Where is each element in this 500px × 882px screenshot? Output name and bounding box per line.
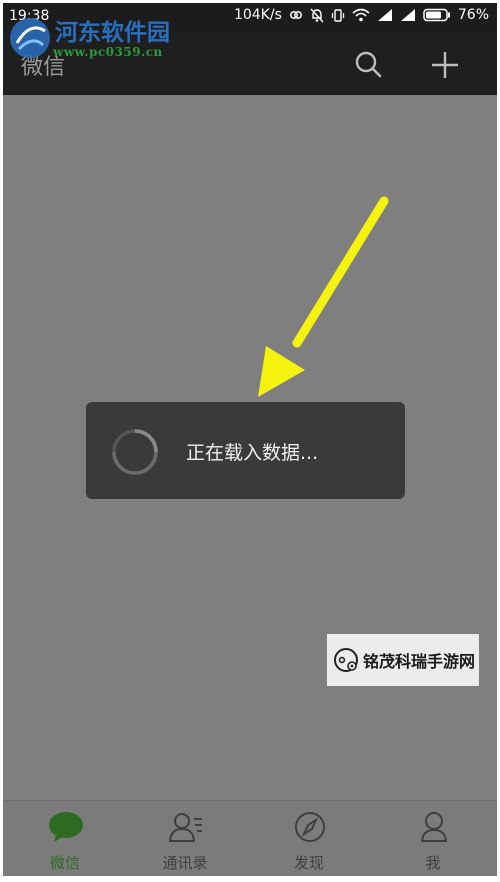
tab-discover[interactable]: 发现 (247, 801, 371, 876)
tab-label: 微信 (49, 854, 80, 872)
phone-screen: 19:38 104K/s 76% 微信 河东软件园 www.pc0359.cn … (3, 3, 497, 876)
alarm-off-icon (310, 8, 324, 22)
tab-label: 发现 (293, 854, 324, 872)
link-icon (289, 11, 302, 19)
battery-icon (423, 8, 450, 22)
watermark-title: 河东软件园 (55, 19, 170, 46)
add-icon[interactable] (425, 45, 465, 85)
loading-toast: 正在载入数据... (86, 402, 405, 499)
status-indicators: 104K/s 76% (234, 7, 489, 23)
loading-spinner-icon (112, 429, 158, 475)
tab-label: 通讯录 (162, 854, 208, 872)
bottom-navigation: 微信 通讯录 发现 我 (3, 800, 497, 876)
compass-icon (295, 812, 325, 842)
profile-icon (420, 812, 448, 842)
tab-contacts[interactable]: 通讯录 (123, 801, 247, 876)
watermark-url: www.pc0359.cn (53, 45, 163, 59)
network-speed: 104K/s (233, 7, 282, 23)
watermark-mid: 铭茂科瑞手游网 (327, 634, 479, 686)
signal-icon (400, 9, 415, 21)
chat-bubble-icon (49, 812, 83, 842)
contacts-icon (168, 813, 202, 842)
watermark-logo-icon (10, 18, 50, 58)
battery-percent: 76% (457, 7, 489, 23)
game-controller-icon (334, 648, 358, 672)
tab-label: 我 (425, 854, 441, 872)
tab-chats[interactable]: 微信 (3, 801, 127, 876)
vibrate-icon (331, 8, 345, 22)
wifi-icon (352, 8, 370, 22)
search-icon[interactable] (349, 45, 389, 85)
watermark-mid-text: 铭茂科瑞手游网 (363, 652, 476, 671)
watermark-top: 河东软件园 www.pc0359.cn (7, 13, 207, 67)
signal-icon (377, 9, 392, 21)
loading-text: 正在载入数据... (186, 442, 319, 464)
tab-me[interactable]: 我 (371, 801, 495, 876)
